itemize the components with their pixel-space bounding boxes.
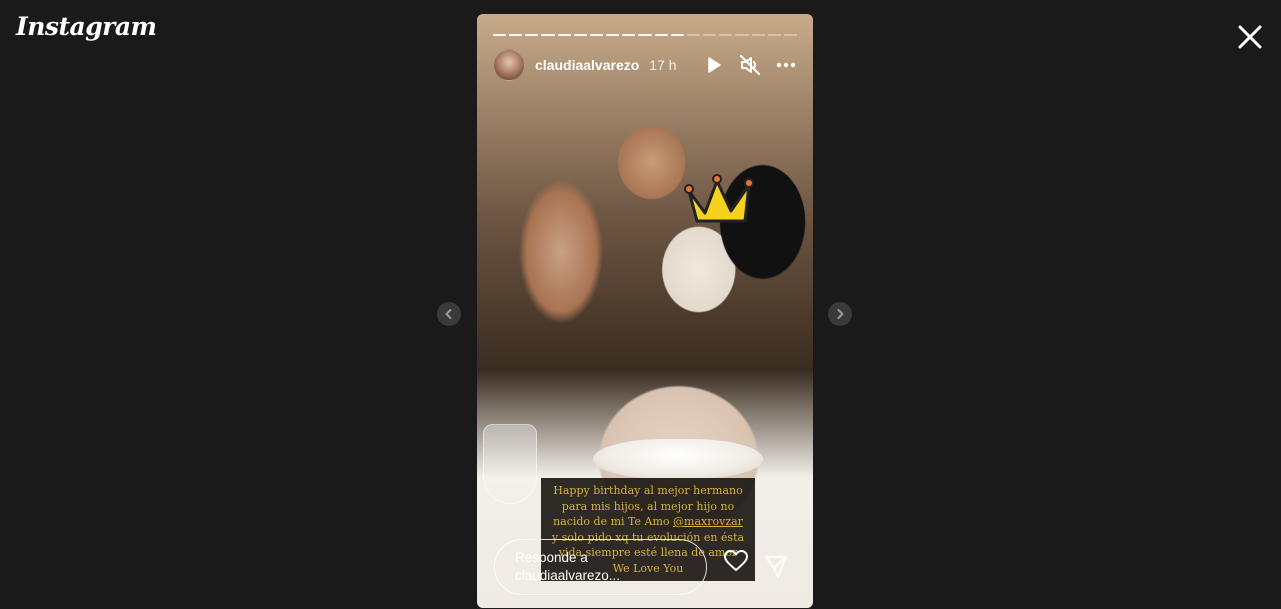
chevron-right-icon: [837, 309, 844, 319]
crown-sticker: [684, 174, 754, 223]
caption-line: para mis hijos, al mejor hijo no: [561, 499, 735, 513]
progress-segment: [719, 34, 733, 36]
play-icon: [708, 57, 721, 73]
progress-segment: [557, 34, 571, 36]
progress-segment: [541, 34, 555, 36]
caption-line: Happy birthday al mejor hermano: [553, 484, 743, 497]
mute-button[interactable]: [739, 54, 761, 76]
progress-segment: [573, 34, 587, 36]
progress-segment: [751, 34, 765, 36]
more-options-button[interactable]: [775, 54, 797, 76]
progress-segment: [606, 34, 620, 36]
story-header: claudiaalvarezo 17 h: [493, 48, 797, 82]
progress-segment: [493, 34, 507, 36]
reply-input[interactable]: Responde a claudiaalvarezo...: [494, 539, 707, 595]
progress-segment: [654, 34, 668, 36]
progress-segment: [783, 34, 797, 36]
like-button[interactable]: [723, 548, 749, 574]
progress-segment: [509, 34, 523, 36]
story-timestamp: 17 h: [649, 57, 677, 73]
send-button[interactable]: [763, 553, 789, 579]
reply-placeholder-line: Responde a: [515, 550, 588, 565]
reply-placeholder-line: claudiaalvarezo...: [515, 568, 621, 583]
next-story-button[interactable]: [828, 302, 852, 326]
caption-mention-link[interactable]: @maxrovzar: [673, 515, 743, 528]
progress-segment: [638, 34, 652, 36]
cake-image: [593, 439, 763, 479]
wine-glass-image: [483, 424, 537, 504]
progress-segment: [670, 34, 684, 36]
progress-segment: [525, 34, 539, 36]
story-viewer[interactable]: claudiaalvarezo 17 h Happy birthday al m…: [477, 14, 813, 608]
send-icon: [765, 556, 787, 578]
progress-segment: [767, 34, 781, 36]
progress-segment: [589, 34, 604, 36]
more-horizontal-icon: [776, 62, 796, 68]
avatar[interactable]: [493, 49, 525, 81]
close-icon: [1238, 25, 1262, 49]
progress-segment: [622, 34, 636, 36]
story-progress-bar: [493, 34, 797, 36]
caption-text: nacido de mi Te Amo: [553, 515, 674, 528]
heart-icon: [724, 550, 748, 571]
instagram-logo[interactable]: Instagram: [16, 12, 157, 41]
speaker-muted-icon: [740, 55, 760, 75]
story-username[interactable]: claudiaalvarezo: [535, 57, 639, 73]
chevron-left-icon: [445, 309, 452, 319]
caption-line: nacido de mi Te Amo @maxrovzar: [545, 514, 751, 530]
progress-segment: [703, 34, 717, 36]
close-button[interactable]: [1235, 22, 1265, 52]
progress-segment: [686, 34, 701, 36]
progress-segment: [735, 34, 749, 36]
play-button[interactable]: [703, 54, 725, 76]
previous-story-button[interactable]: [437, 302, 461, 326]
